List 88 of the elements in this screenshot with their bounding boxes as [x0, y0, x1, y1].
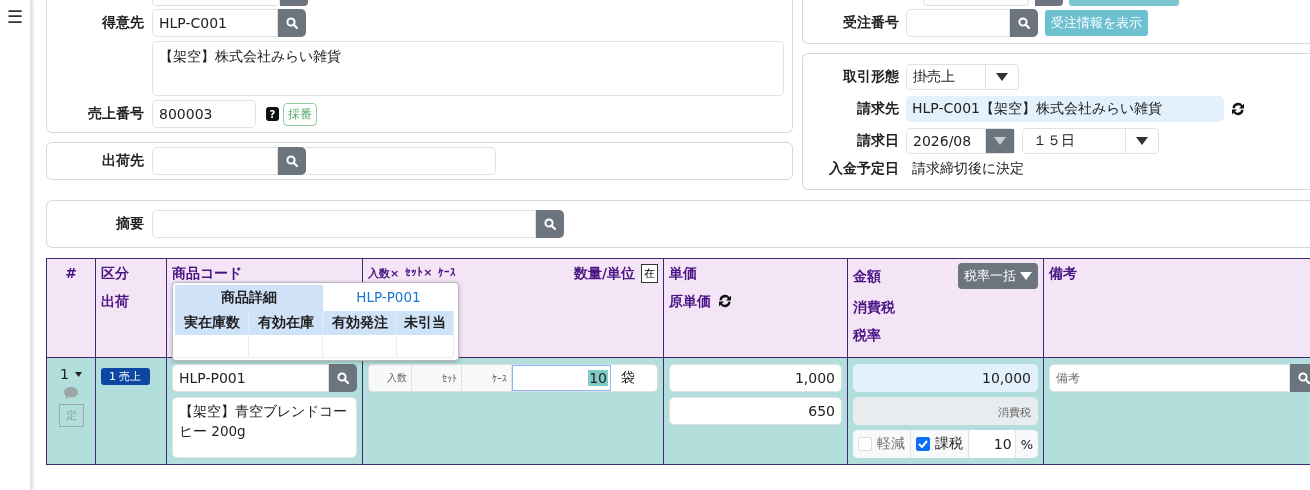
- product-code-field[interactable]: HLP-P001: [172, 364, 329, 392]
- search-button[interactable]: [1290, 364, 1310, 392]
- input-field[interactable]: [923, 0, 1029, 6]
- column-header: 税率: [853, 326, 881, 345]
- search-button[interactable]: [1010, 9, 1038, 37]
- cost-price-field[interactable]: 650: [669, 397, 842, 425]
- field-label: 取引形態: [842, 68, 899, 86]
- input-field[interactable]: ｾｯﾄ: [412, 365, 462, 391]
- help-icon[interactable]: ?: [266, 107, 279, 121]
- field-label: 請求先: [856, 100, 899, 118]
- column-header: 金額: [853, 267, 881, 286]
- popover-title: 商品詳細: [175, 285, 323, 311]
- column-header: 原単価: [669, 292, 711, 311]
- refresh-icon: [717, 293, 733, 309]
- row-number: 1: [60, 366, 69, 382]
- quantity-field[interactable]: 10: [512, 365, 611, 391]
- month-select[interactable]: 2026/08: [906, 128, 1015, 154]
- search-icon: [544, 218, 556, 230]
- caret-icon: [1020, 272, 1032, 280]
- search-button[interactable]: [278, 9, 306, 37]
- column-header: 消費税: [853, 298, 895, 317]
- field-label: 受注番号: [842, 14, 899, 32]
- column-header: 区分: [101, 264, 129, 283]
- column-header: 備考: [1049, 264, 1077, 283]
- column-header: 未引当: [397, 311, 454, 335]
- column-header: 単価: [669, 264, 697, 283]
- percent-label: %: [1014, 430, 1038, 458]
- stock-button[interactable]: 在: [641, 263, 658, 283]
- menu-button[interactable]: ☰: [7, 6, 23, 28]
- search-icon: [1298, 372, 1310, 384]
- search-button[interactable]: [278, 147, 306, 175]
- unit-label: 袋: [620, 368, 635, 387]
- column-header: ｹｰｽ: [438, 265, 457, 281]
- comment-icon: [63, 386, 79, 400]
- field-label: 摘要: [115, 215, 144, 233]
- column-header: ｾｯﾄ×: [405, 265, 433, 281]
- tax-rate-field[interactable]: 10: [969, 430, 1015, 458]
- field-label: 請求日: [856, 132, 899, 150]
- unit-price-field[interactable]: 1,000: [669, 364, 842, 392]
- column-header: 有効在庫: [249, 311, 323, 335]
- input-field[interactable]: ｹｰｽ: [462, 365, 512, 391]
- shipping-name-field[interactable]: [306, 147, 496, 175]
- category-badge: 1 売上: [101, 368, 150, 385]
- input-field[interactable]: [152, 0, 280, 6]
- field-label: 売上番号: [87, 105, 144, 123]
- search-icon: [1018, 17, 1030, 29]
- amount-field[interactable]: 10,000: [853, 364, 1038, 392]
- table-cell: [397, 335, 454, 358]
- check-icon: [918, 440, 928, 448]
- search-button[interactable]: [329, 364, 357, 392]
- input-field[interactable]: 入数: [369, 365, 412, 391]
- search-icon: [286, 155, 298, 167]
- field-label: 出荷先: [101, 152, 144, 170]
- column-header: 出荷: [101, 292, 129, 311]
- caret-icon: [74, 371, 82, 377]
- remarks-field[interactable]: 備考: [1049, 364, 1290, 392]
- checkbox[interactable]: [916, 437, 930, 451]
- order-number-field[interactable]: [906, 9, 1010, 37]
- button[interactable]: [1069, 0, 1179, 6]
- search-button[interactable]: [536, 210, 564, 238]
- caret-icon: [994, 137, 1006, 145]
- caret-icon: [1136, 137, 1148, 145]
- checkbox-label: 軽減: [877, 435, 905, 453]
- shipping-code-field[interactable]: [152, 147, 278, 175]
- tax-rate-button[interactable]: 税率一括: [958, 263, 1038, 289]
- search-icon: [286, 17, 298, 29]
- day-select[interactable]: １５日: [1022, 128, 1159, 154]
- field-label: 入金予定日: [828, 160, 899, 178]
- column-header: 数量/単位: [573, 264, 635, 283]
- caret-icon: [996, 73, 1008, 81]
- sales-number-field[interactable]: 800003: [152, 100, 256, 128]
- column-header: 入数×: [368, 265, 400, 281]
- payment-date-text: 請求締切後に決定: [911, 160, 1024, 178]
- customer-name-field[interactable]: 【架空】株式会社みらい雑貨: [152, 41, 784, 96]
- field-label: 得意先: [101, 14, 144, 32]
- column-header: 商品コード: [172, 264, 242, 283]
- memo-field[interactable]: [152, 210, 536, 238]
- transaction-type-select[interactable]: 掛売上: [906, 64, 1019, 90]
- search-icon: [337, 372, 349, 384]
- column-header: 実在庫数: [175, 311, 249, 335]
- bill-to-field: HLP-C001【架空】株式会社みらい雑貨: [906, 96, 1224, 122]
- column-header: 有効発注: [323, 311, 397, 335]
- checkbox-label: 課税: [935, 435, 963, 453]
- column-header: #: [65, 264, 77, 283]
- customer-code-field[interactable]: HLP-C001: [152, 9, 278, 37]
- product-code-link[interactable]: HLP-P001: [323, 285, 454, 311]
- refresh-icon: [1230, 101, 1246, 117]
- product-name-field[interactable]: 【架空】青空ブレンドコーヒー 200g: [172, 397, 357, 458]
